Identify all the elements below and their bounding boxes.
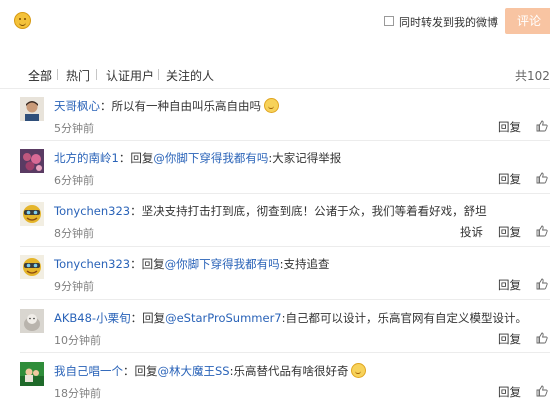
comment-body: :支持追查 [279, 257, 330, 271]
reply-prefix: 回复 [134, 364, 158, 378]
reply-button[interactable]: 回复 [498, 331, 521, 347]
reply-prefix: 回复 [130, 151, 154, 165]
comment-time: 10分钟前 [54, 334, 101, 347]
report-button[interactable]: 投诉 [460, 224, 483, 240]
avatar[interactable] [20, 362, 44, 386]
comment-composer-bar: 同时转发到我的微博 评论 [0, 0, 550, 44]
avatar[interactable] [20, 309, 44, 333]
tab-hot[interactable]: 热门 [66, 67, 90, 84]
comment-mention[interactable]: @林大魔王SS [158, 364, 230, 378]
like-icon[interactable] [536, 278, 548, 290]
comment-username[interactable]: 北方的南岭1 [54, 151, 119, 165]
tab-all[interactable]: 全部 [28, 67, 52, 84]
avatar[interactable] [20, 255, 44, 279]
tab-following[interactable]: 关注的人 [166, 67, 214, 84]
like-icon[interactable] [536, 225, 548, 237]
comment-filter-tabs: 全部 热门 认证用户 关注的人 共102条 [0, 60, 550, 90]
comment-mention[interactable]: @你脚下穿得我都有吗 [165, 257, 280, 271]
comment-mention[interactable]: @eStarProSummer7 [165, 311, 282, 325]
reply-prefix: 回复 [142, 311, 166, 325]
reply-button[interactable]: 回复 [498, 119, 521, 135]
comment-body: 坚决支持打击打到底，彻查到底！公诸于众，我们等着看好戏，舒坦 [141, 204, 487, 218]
comment-time: 5分钟前 [54, 122, 94, 135]
comment-text: Tonychen323：回复@你脚下穿得我都有吗:支持追查 [54, 257, 330, 271]
comment-body: :自己都可以设计，乐高官网有自定义模型设计。 [281, 311, 527, 325]
reply-button[interactable]: 回复 [498, 224, 521, 240]
avatar[interactable] [20, 149, 44, 173]
emoji-icon [351, 363, 367, 378]
avatar[interactable] [20, 97, 44, 121]
like-icon[interactable] [536, 385, 548, 397]
comment-username[interactable]: AKB48-小栗旬 [54, 311, 131, 325]
comment-item: Tonychen323：坚决支持打击打到底，彻查到底！公诸于众，我们等着看好戏，… [0, 194, 550, 246]
reply-button[interactable]: 回复 [498, 277, 521, 293]
like-icon[interactable] [536, 172, 548, 184]
tab-verified[interactable]: 认证用户 [106, 67, 154, 84]
repost-label[interactable]: 同时转发到我的微博 [399, 14, 498, 30]
reply-button[interactable]: 回复 [498, 384, 521, 400]
comment-item: 我自己唱一个：回复@林大魔王SS:乐高替代品有啥很好奇 18分钟前 回复 [0, 353, 550, 405]
comment-username[interactable]: Tonychen323 [54, 204, 130, 218]
comment-username[interactable]: 天哥枫心 [54, 99, 100, 113]
submit-comment-button[interactable]: 评论 [505, 8, 550, 34]
repost-checkbox[interactable] [384, 16, 394, 26]
comment-text: 天哥枫心：所以有一种自由叫乐高自由吗 [54, 98, 279, 114]
comment-item: 天哥枫心：所以有一种自由叫乐高自由吗 5分钟前 回复 [0, 89, 550, 140]
avatar[interactable] [20, 202, 44, 226]
comment-time: 8分钟前 [54, 227, 94, 240]
comment-body: 所以有一种自由叫乐高自由吗 [111, 99, 262, 113]
comment-text: 我自己唱一个：回复@林大魔王SS:乐高替代品有啥很好奇 [54, 363, 367, 379]
comment-time: 6分钟前 [54, 174, 94, 187]
comment-mention[interactable]: @你脚下穿得我都有吗 [153, 151, 268, 165]
like-icon[interactable] [536, 332, 548, 344]
comment-item: Tonychen323：回复@你脚下穿得我都有吗:支持追查 9分钟前 回复 [0, 247, 550, 299]
like-icon[interactable] [536, 120, 548, 132]
comment-text: AKB48-小栗旬：回复@eStarProSummer7:自己都可以设计，乐高官… [54, 311, 527, 325]
reply-button[interactable]: 回复 [498, 171, 521, 187]
comment-body: :乐高替代品有啥很好奇 [229, 364, 349, 378]
comment-item: AKB48-小栗旬：回复@eStarProSummer7:自己都可以设计，乐高官… [0, 300, 550, 352]
tab-divider [96, 69, 97, 80]
comment-text: 北方的南岭1：回复@你脚下穿得我都有吗:大家记得举报 [54, 151, 342, 165]
tab-divider [57, 69, 58, 80]
comment-body: :大家记得举报 [268, 151, 342, 165]
comment-time: 9分钟前 [54, 280, 94, 293]
smiley-icon[interactable] [14, 12, 31, 29]
emoji-icon [264, 98, 279, 113]
comment-count: 共102条 [515, 69, 550, 83]
tab-divider [158, 69, 159, 80]
comment-username[interactable]: Tonychen323 [54, 257, 130, 271]
comment-time: 18分钟前 [54, 387, 101, 400]
comment-username[interactable]: 我自己唱一个 [54, 364, 123, 378]
comment-text: Tonychen323：坚决支持打击打到底，彻查到底！公诸于众，我们等着看好戏，… [54, 204, 487, 218]
comment-item: 北方的南岭1：回复@你脚下穿得我都有吗:大家记得举报 6分钟前 回复 [0, 141, 550, 193]
reply-prefix: 回复 [141, 257, 165, 271]
